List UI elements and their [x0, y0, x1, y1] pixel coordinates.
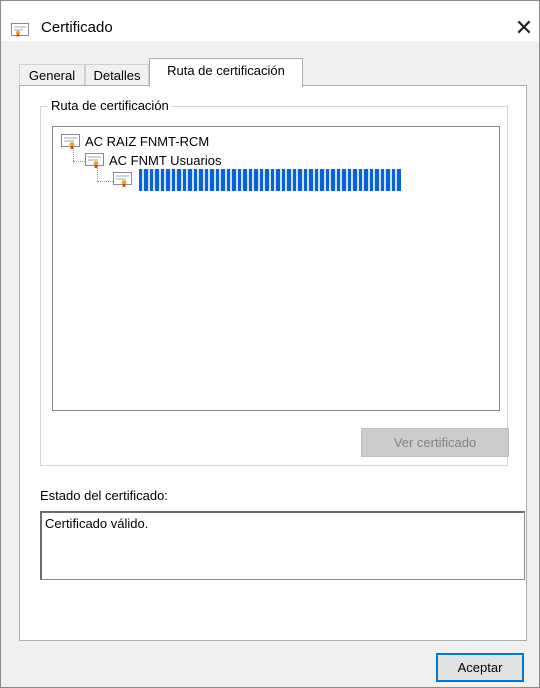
certification-path-group: Ruta de certificación AC RAIZ FNMT-RCM A… [40, 98, 509, 466]
window-title: Certificado [41, 19, 113, 36]
certificate-icon [113, 172, 132, 188]
tab-general[interactable]: General [19, 64, 85, 86]
status-label: Estado del certificado: [40, 488, 168, 503]
title-bar: Certificado ✕ [1, 1, 539, 41]
tree-item-label: AC RAIZ FNMT-RCM [85, 134, 210, 149]
tree-connector [97, 181, 113, 182]
certificate-icon [85, 153, 104, 169]
certificate-icon [11, 23, 29, 37]
status-text: Certificado válido. [45, 516, 149, 531]
redacted-selected-label [139, 169, 401, 191]
tab-certification-path[interactable]: Ruta de certificación [149, 58, 303, 87]
status-box[interactable]: Certificado válido. [40, 511, 525, 580]
tree-item-label: AC FNMT Usuarios [109, 153, 222, 168]
tab-panel: Ruta de certificación AC RAIZ FNMT-RCM A… [19, 85, 527, 641]
ok-button[interactable]: Aceptar [436, 653, 524, 682]
view-certificate-button[interactable]: Ver certificado [361, 428, 509, 457]
close-icon[interactable]: ✕ [511, 15, 537, 41]
tab-details[interactable]: Detalles [85, 64, 149, 86]
group-legend: Ruta de certificación [48, 98, 172, 113]
certificate-dialog: Certificado ✕ General Detalles Ruta de c… [0, 0, 540, 688]
certificate-icon [61, 134, 80, 150]
certificate-tree[interactable]: AC RAIZ FNMT-RCM AC FNMT Usuarios [52, 126, 500, 411]
